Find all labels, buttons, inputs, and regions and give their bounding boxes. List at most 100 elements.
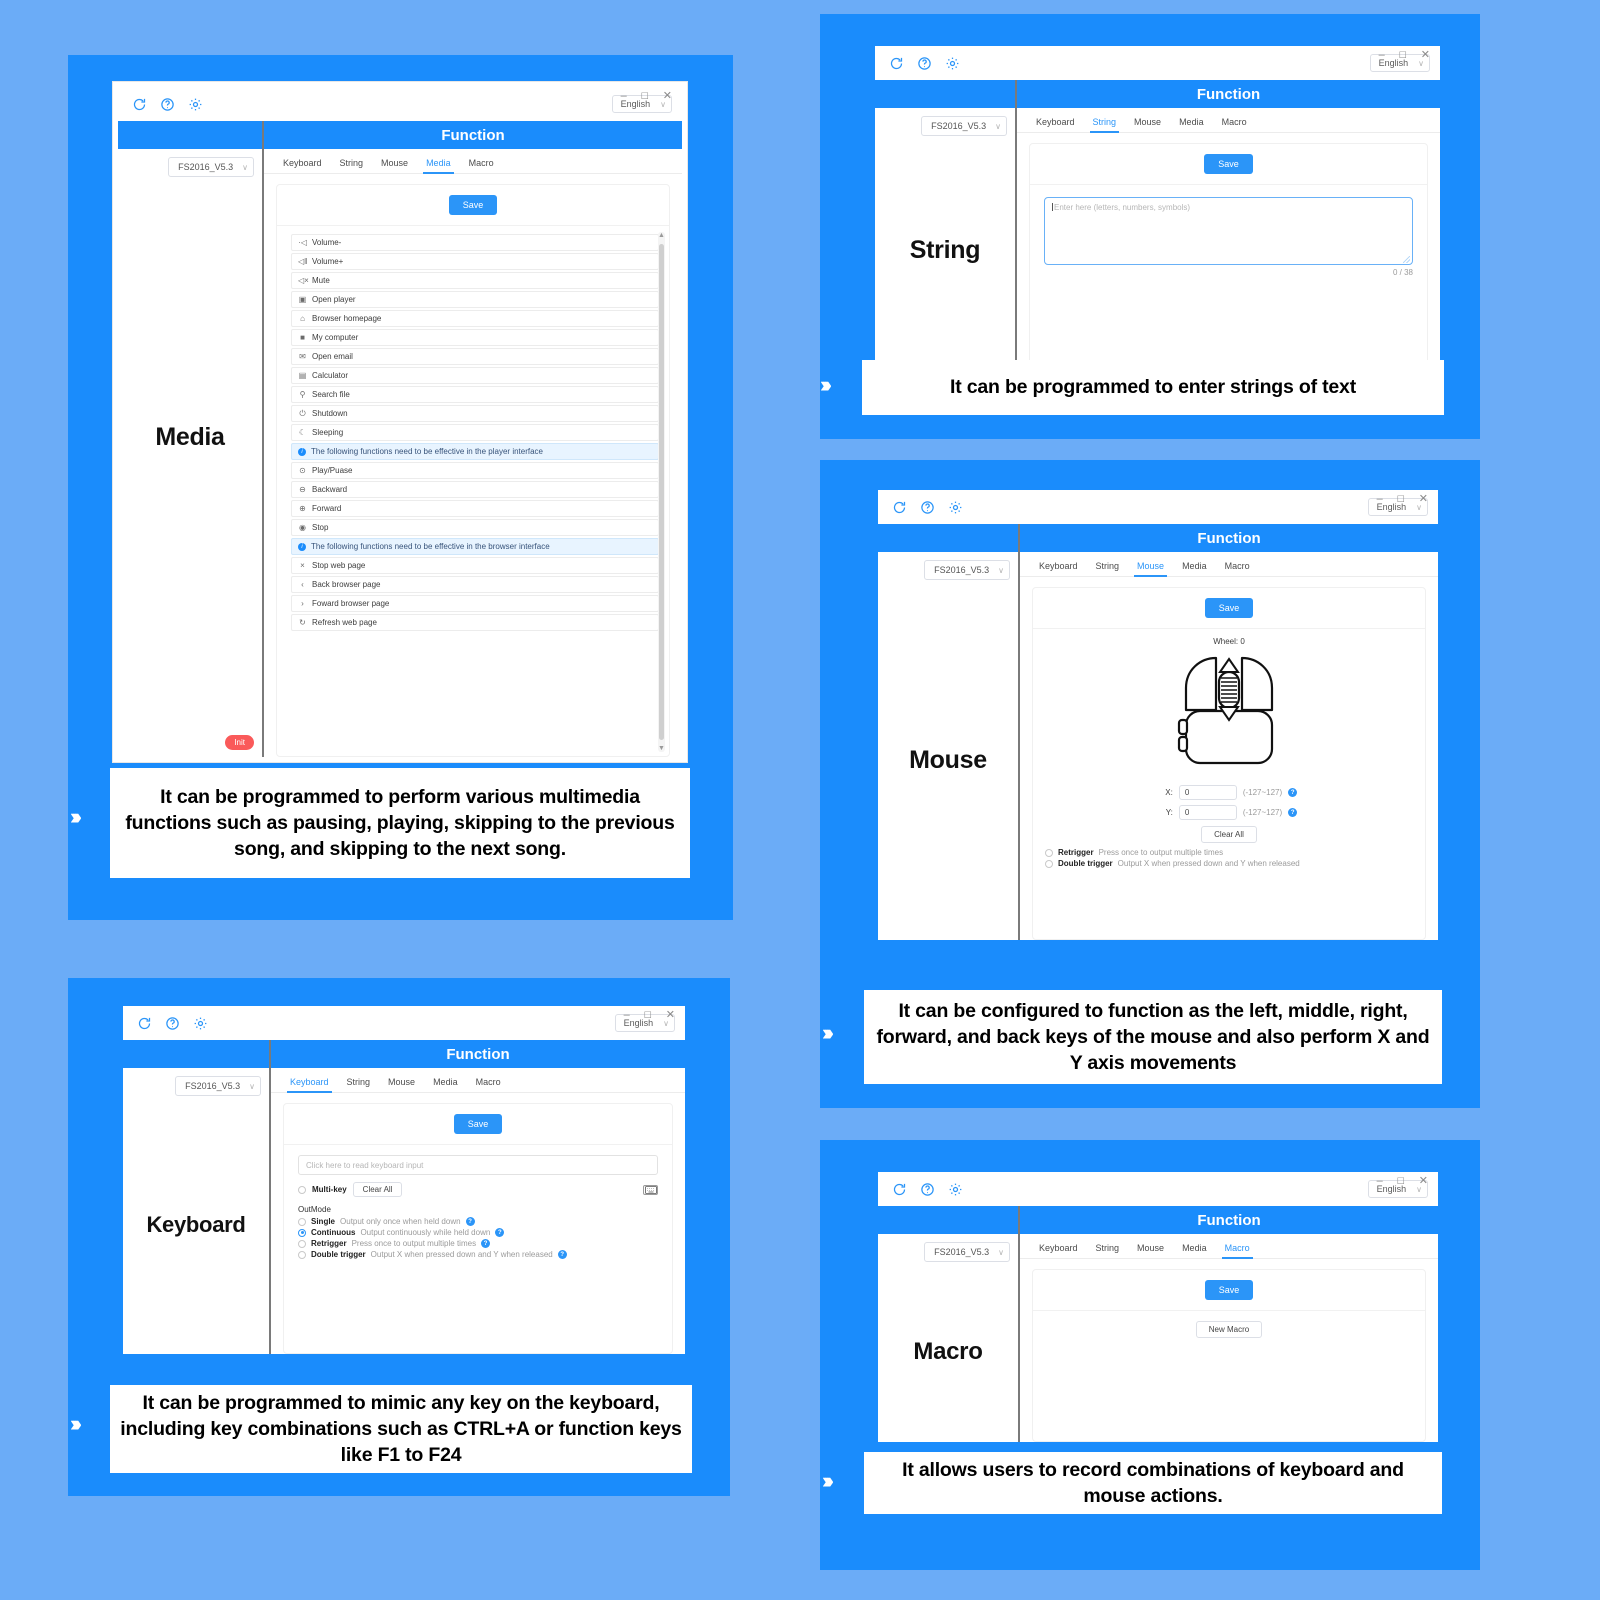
- tab-string[interactable]: String: [1087, 1240, 1129, 1258]
- save-button[interactable]: Save: [448, 195, 498, 215]
- scroll-down-icon[interactable]: ▼: [658, 745, 665, 752]
- minimize-icon[interactable]: –: [1377, 1176, 1383, 1187]
- media-list-item[interactable]: ✉ Open email: [291, 348, 659, 365]
- tab-string[interactable]: String: [1084, 114, 1126, 133]
- refresh-icon[interactable]: [889, 56, 904, 71]
- radio-icon[interactable]: [1045, 848, 1053, 857]
- radio-icon[interactable]: [1045, 859, 1053, 868]
- help-tip-icon[interactable]: ?: [557, 1250, 567, 1259]
- refresh-icon[interactable]: [137, 1016, 152, 1031]
- outmode-option-single[interactable]: Single Output only once when held down ?: [298, 1217, 658, 1226]
- save-button[interactable]: Save: [1204, 1280, 1254, 1300]
- media-list-item[interactable]: ·◁ Volume-: [291, 234, 659, 251]
- device-select[interactable]: FS2016_V5.3 ∨: [921, 116, 1007, 136]
- window-controls[interactable]: – ☐ ✕: [621, 91, 672, 102]
- tab-string[interactable]: String: [1087, 558, 1129, 576]
- tab-keyboard[interactable]: Keyboard: [1030, 1240, 1087, 1258]
- gear-icon[interactable]: [188, 97, 203, 112]
- help-icon[interactable]: [165, 1016, 180, 1031]
- maximize-icon[interactable]: ☐: [641, 92, 649, 101]
- radio-icon[interactable]: [298, 1228, 306, 1237]
- tab-macro[interactable]: Macro: [1216, 558, 1259, 576]
- gear-icon[interactable]: [193, 1016, 208, 1031]
- device-select[interactable]: FS2016_V5.3 ∨: [175, 1076, 261, 1096]
- tab-macro[interactable]: Macro: [467, 1074, 510, 1092]
- media-list-item[interactable]: ◁‖ Volume+: [291, 253, 659, 270]
- init-button[interactable]: Init: [225, 735, 254, 750]
- outmode-option-retrigger[interactable]: Retrigger Press once to output multiple …: [298, 1239, 658, 1248]
- media-function-list[interactable]: ·◁ Volume- ◁‖ Volume+ ◁× Mute ▣ Open player ⌂ Bro…: [277, 226, 669, 756]
- keyboard-icon[interactable]: [643, 1184, 658, 1195]
- help-tip-icon[interactable]: ?: [1288, 808, 1298, 817]
- device-select[interactable]: FS2016_V5.3 ∨: [924, 560, 1010, 580]
- tab-keyboard[interactable]: Keyboard: [281, 1074, 338, 1093]
- help-tip-icon[interactable]: ?: [1288, 788, 1298, 797]
- save-button[interactable]: Save: [1204, 154, 1253, 174]
- minimize-icon[interactable]: –: [624, 1010, 630, 1021]
- help-tip-icon[interactable]: ?: [481, 1239, 491, 1248]
- maximize-icon[interactable]: ☐: [1399, 51, 1407, 60]
- help-icon[interactable]: [917, 56, 932, 71]
- media-list-item[interactable]: ■ My computer: [291, 329, 659, 346]
- media-list-item[interactable]: ◁× Mute: [291, 272, 659, 289]
- mouse-diagram[interactable]: [1170, 648, 1288, 780]
- media-list-item[interactable]: ▤ Calculator: [291, 367, 659, 384]
- mouse-option-retrigger[interactable]: Retrigger Press once to output multiple …: [1045, 848, 1413, 857]
- resize-grip-icon[interactable]: [1403, 256, 1410, 263]
- outmode-option-continuous[interactable]: Continuous Output continuously while hel…: [298, 1228, 658, 1237]
- window-controls[interactable]: – ☐ ✕: [1377, 1176, 1428, 1187]
- window-controls[interactable]: – ☐ ✕: [1379, 50, 1430, 61]
- media-list-item[interactable]: ☾ Sleeping: [291, 424, 659, 441]
- window-controls[interactable]: – ☐ ✕: [624, 1010, 675, 1021]
- gear-icon[interactable]: [945, 56, 960, 71]
- minimize-icon[interactable]: –: [1379, 50, 1385, 61]
- new-macro-button[interactable]: New Macro: [1195, 1321, 1263, 1338]
- tab-mouse[interactable]: Mouse: [1125, 114, 1170, 132]
- save-button[interactable]: Save: [453, 1114, 503, 1134]
- string-textarea[interactable]: Enter here (letters, numbers, symbols): [1044, 197, 1413, 265]
- media-list-item[interactable]: › Foward browser page: [291, 595, 659, 612]
- mouse-option-double-trigger[interactable]: Double trigger Output X when pressed dow…: [1045, 859, 1413, 868]
- tab-media[interactable]: Media: [417, 155, 460, 174]
- help-icon[interactable]: [160, 97, 175, 112]
- y-input[interactable]: 0: [1178, 805, 1237, 820]
- media-list-item[interactable]: ⊕ Forward: [291, 500, 659, 517]
- window-controls[interactable]: – ☐ ✕: [1377, 494, 1428, 505]
- tab-keyboard[interactable]: Keyboard: [1030, 558, 1087, 576]
- media-list-item[interactable]: × Stop web page: [291, 557, 659, 574]
- media-list-item[interactable]: ⏻ Shutdown: [291, 405, 659, 422]
- tab-string[interactable]: String: [331, 155, 373, 173]
- clear-all-button[interactable]: Clear All: [352, 1182, 403, 1197]
- media-list-item[interactable]: ⊙ Play/Puase: [291, 462, 659, 479]
- keyboard-input[interactable]: Click here to read keyboard input: [298, 1155, 658, 1175]
- refresh-icon[interactable]: [892, 1182, 907, 1197]
- tab-media[interactable]: Media: [1173, 558, 1216, 576]
- scrollbar-thumb[interactable]: [659, 244, 664, 740]
- radio-icon[interactable]: [298, 1217, 306, 1226]
- gear-icon[interactable]: [948, 1182, 963, 1197]
- media-list-item[interactable]: ⌂ Browser homepage: [291, 310, 659, 327]
- refresh-icon[interactable]: [892, 500, 907, 515]
- maximize-icon[interactable]: ☐: [644, 1011, 652, 1020]
- tab-macro[interactable]: Macro: [460, 155, 503, 173]
- x-input[interactable]: 0: [1178, 785, 1237, 800]
- media-list-item[interactable]: ‹ Back browser page: [291, 576, 659, 593]
- device-select[interactable]: FS2016_V5.3 ∨: [924, 1242, 1010, 1262]
- tab-keyboard[interactable]: Keyboard: [1027, 114, 1084, 132]
- tab-media[interactable]: Media: [1173, 1240, 1216, 1258]
- clear-all-button[interactable]: Clear All: [1201, 826, 1257, 843]
- help-tip-icon[interactable]: ?: [465, 1217, 475, 1226]
- radio-icon[interactable]: [298, 1185, 306, 1194]
- media-list-item[interactable]: ⚲ Search file: [291, 386, 659, 403]
- maximize-icon[interactable]: ☐: [1397, 495, 1405, 504]
- media-list-item[interactable]: ↻ Refresh web page: [291, 614, 659, 631]
- tab-mouse[interactable]: Mouse: [1128, 1240, 1173, 1258]
- tab-keyboard[interactable]: Keyboard: [274, 155, 331, 173]
- close-icon[interactable]: ✕: [663, 91, 672, 102]
- tab-mouse[interactable]: Mouse: [1128, 558, 1173, 577]
- help-icon[interactable]: [920, 1182, 935, 1197]
- tab-media[interactable]: Media: [1170, 114, 1213, 132]
- tab-media[interactable]: Media: [424, 1074, 467, 1092]
- radio-icon[interactable]: [298, 1239, 306, 1248]
- media-list-item[interactable]: ⊖ Backward: [291, 481, 659, 498]
